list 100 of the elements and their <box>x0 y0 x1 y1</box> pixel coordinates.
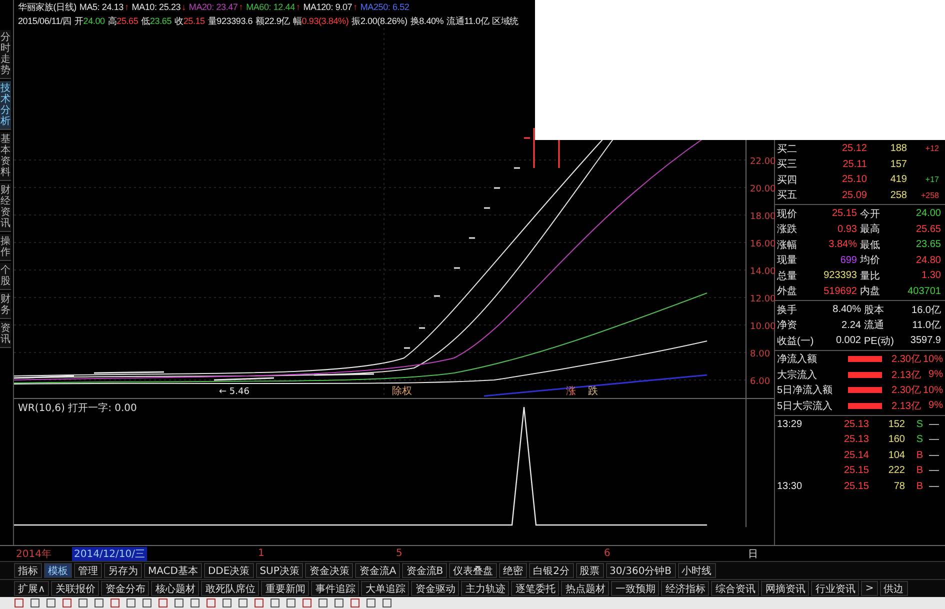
stat-label: 今开 <box>859 208 881 221</box>
tick-volume: 222 <box>887 465 905 476</box>
side-tab[interactable]: 基本资料 <box>0 132 11 181</box>
toolbar-tab[interactable]: DDE决策 <box>204 563 254 578</box>
tick-price: 25.13 <box>842 418 869 430</box>
toolbar-tab[interactable]: 股票 <box>576 563 604 578</box>
info-tab[interactable]: 供边 <box>880 581 908 596</box>
tick-price: 25.15 <box>842 465 869 476</box>
tick-side: B <box>915 480 923 492</box>
order-price: 25.10 <box>840 174 867 186</box>
info-tab[interactable]: 重要新闻 <box>261 581 310 596</box>
side-tab[interactable]: 技术分析 <box>0 81 11 130</box>
moving-average-value: MA120: 9.07 <box>303 2 352 12</box>
stat-label: 涨幅 <box>777 238 798 252</box>
tick-price: 25.14 <box>842 450 869 461</box>
toolbar-tab[interactable]: 30/360分钟B <box>606 563 676 578</box>
tick-mark: — <box>928 465 939 476</box>
trend-arrow: ↓ <box>182 2 186 12</box>
stat-label: 总量 <box>777 270 798 283</box>
info-tab[interactable]: 热点题材 <box>561 581 610 596</box>
tick-side: S <box>915 434 923 446</box>
stat-label: 最低 <box>859 238 881 252</box>
info-tab[interactable]: 主力轨迹 <box>461 581 510 596</box>
stat-value: 519692 <box>822 286 857 297</box>
tick-volume: 78 <box>892 480 905 492</box>
moving-average-value: MA60: 12.44 <box>246 2 295 12</box>
fund-flow-percent: 9% <box>928 400 943 412</box>
axis-tick-label: 6.00 <box>750 377 770 387</box>
stat-value: 16.0亿 <box>910 304 941 317</box>
toolbar-tab[interactable]: 管理 <box>74 563 102 578</box>
side-tab[interactable]: 分时走势 <box>0 30 11 79</box>
toolbar-tab[interactable]: 指标 <box>14 563 42 578</box>
stat-label: 现量 <box>777 254 798 268</box>
tick-side: B <box>915 450 923 461</box>
info-tab[interactable]: 事件追踪 <box>311 581 360 596</box>
side-tab[interactable]: 个股 <box>0 263 11 290</box>
order-volume: 188 <box>889 143 907 154</box>
moving-average-value: MA250: 6.52 <box>360 2 410 12</box>
tick-mark: — <box>928 418 939 430</box>
toolbar-tab[interactable]: 资金流A <box>355 563 400 578</box>
fund-flow-label: 5日净流入额 <box>777 384 834 398</box>
toolbar-tab[interactable]: MACD基本 <box>144 563 202 578</box>
info-tab[interactable]: 核心题材 <box>151 581 200 596</box>
toolbar-tab[interactable]: 绝密 <box>499 563 528 578</box>
stat-label: 现价 <box>777 208 798 221</box>
axis-tick-label: 5 <box>396 548 402 559</box>
quote-stat: 额22.9亿 <box>256 14 290 28</box>
tick-volume: 160 <box>887 434 905 446</box>
order-volume: 419 <box>889 174 907 186</box>
info-tab[interactable]: 综合资讯 <box>711 581 760 596</box>
info-tab[interactable]: 资金分布 <box>101 581 150 596</box>
quote-stat: 收25.15 <box>174 14 205 28</box>
event-label: 涨 <box>566 386 576 397</box>
side-tab[interactable]: 财经资讯 <box>0 183 11 232</box>
stat-value: 0.002 <box>834 335 861 346</box>
toolbar-tab[interactable]: 资金决策 <box>305 563 354 578</box>
info-tab[interactable]: 敢死队席位 <box>201 581 260 596</box>
info-tab[interactable]: 资金驱动 <box>411 581 460 596</box>
cursor-date-label: 2014/12/10/三 <box>72 546 148 560</box>
fund-flow-percent: 10% <box>922 354 943 365</box>
toolbar-tab[interactable]: 另存为 <box>104 563 142 578</box>
moving-average-value: MA20: 23.47 <box>188 2 238 12</box>
chart-title: 华丽家族(日线) <box>18 0 76 14</box>
info-tab[interactable]: 关联报价 <box>51 581 100 596</box>
info-tab[interactable]: 大单追踪 <box>361 581 410 596</box>
info-tab[interactable]: 网摘资讯 <box>761 581 810 596</box>
order-change: +12 <box>924 144 939 154</box>
event-label: 跌 <box>588 386 598 397</box>
info-tab[interactable]: 一致预期 <box>611 581 660 596</box>
tick-time: 13:30 <box>777 480 802 492</box>
stat-label: 涨跌 <box>777 222 798 236</box>
toolbar-tab[interactable]: 小时线 <box>678 563 716 578</box>
side-tab[interactable]: 资讯 <box>0 321 11 348</box>
trend-arrow: ↑ <box>238 2 244 12</box>
tick-mark: — <box>928 450 939 461</box>
toolbar-tab[interactable]: 白银2分 <box>529 563 574 578</box>
info-tab[interactable]: 逐笔委托 <box>511 581 560 596</box>
side-tab[interactable]: 操作 <box>0 234 11 261</box>
trend-arrow: ↑ <box>296 2 300 12</box>
fund-flow-label: 大宗流入 <box>777 368 818 382</box>
toolbar-tab[interactable]: 模板 <box>44 563 72 578</box>
order-price: 25.09 <box>840 190 867 201</box>
info-tab[interactable]: > <box>861 581 878 596</box>
side-tab[interactable]: 财务 <box>0 292 11 319</box>
fund-flow-label: 净流入额 <box>777 352 818 366</box>
info-tab[interactable]: 经济指标 <box>661 581 710 596</box>
tick-mark: — <box>928 434 939 446</box>
stat-label: 流通 <box>863 318 885 332</box>
toolbar-tab[interactable]: 仪表叠盘 <box>449 563 498 578</box>
info-tab[interactable]: 行业资讯 <box>811 581 860 596</box>
toolbar-tab[interactable]: 资金流B <box>402 563 448 578</box>
info-tab[interactable]: 扩展∧ <box>14 581 50 596</box>
toolbar-tab[interactable]: SUP决策 <box>256 563 304 578</box>
stat-label: 换手 <box>777 304 798 317</box>
low-price-label: ← 5.46 <box>219 387 250 397</box>
order-change: +258 <box>920 190 939 200</box>
fund-flow-bar <box>848 372 882 378</box>
stat-label: 股本 <box>863 304 885 317</box>
order-level-label: 买四 <box>777 174 798 187</box>
axis-tick-label: 10.00 <box>750 322 776 332</box>
